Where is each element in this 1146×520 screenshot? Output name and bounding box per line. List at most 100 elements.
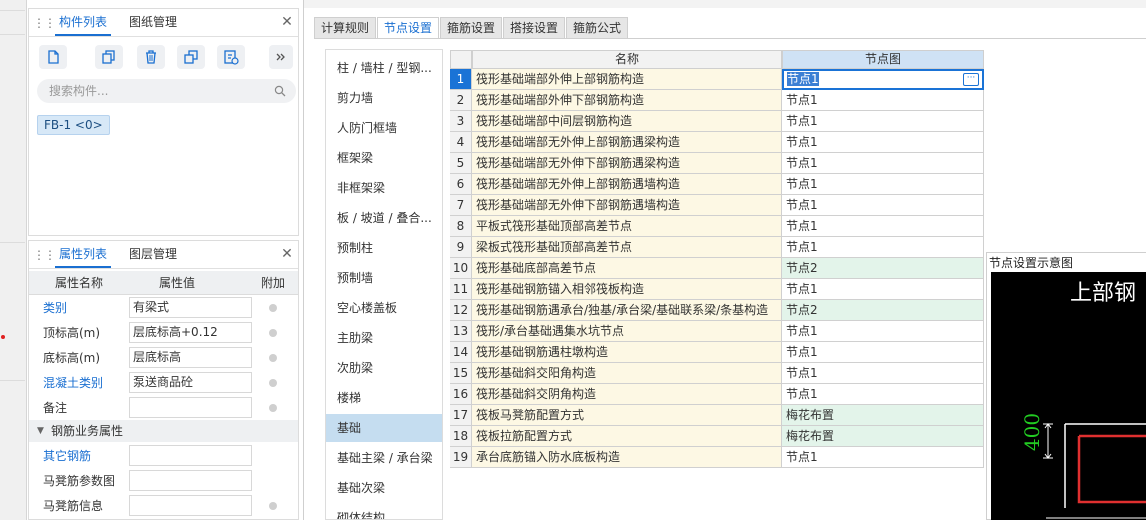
category-item[interactable]: 柱 / 墙柱 / 型钢... bbox=[326, 54, 442, 82]
property-name: 混凝土类别 bbox=[43, 376, 104, 390]
close-icon[interactable]: ✕ bbox=[280, 14, 294, 30]
table-row[interactable]: 8 平板式筏形基础顶部高差节点 节点1 bbox=[450, 216, 984, 237]
table-row[interactable]: 4 筏形基础端部无外伸上部钢筋遇梁构造 节点1 bbox=[450, 132, 984, 153]
tab-property-list[interactable]: 属性列表 bbox=[55, 241, 112, 268]
close-icon[interactable]: ✕ bbox=[280, 246, 294, 262]
node-value-cell[interactable]: 节点1 bbox=[782, 153, 984, 174]
property-group-row[interactable]: ▼ 钢筋业务属性 bbox=[29, 420, 298, 442]
category-item[interactable]: 楼梯 bbox=[326, 384, 442, 412]
table-row[interactable]: 16 筏形基础斜交阴角构造 节点1 bbox=[450, 384, 984, 405]
extra-checkbox[interactable] bbox=[269, 502, 277, 510]
node-value-cell[interactable]: 节点1 bbox=[782, 447, 984, 468]
category-item[interactable]: 非框架梁 bbox=[326, 174, 442, 202]
extra-checkbox[interactable] bbox=[269, 329, 277, 337]
table-row[interactable]: 17 筏板马凳筋配置方式 梅花布置 bbox=[450, 405, 984, 426]
tab-component-list[interactable]: 构件列表 bbox=[55, 9, 112, 36]
node-value-cell[interactable]: 节点1 bbox=[782, 363, 984, 384]
category-item[interactable]: 基础 bbox=[326, 414, 442, 442]
status-dot bbox=[1, 335, 5, 339]
component-item[interactable]: FB-1 <0> bbox=[37, 115, 110, 135]
table-row[interactable]: 19 承台底筋锚入防水底板构造 节点1 bbox=[450, 447, 984, 468]
drag-grip-icon[interactable]: ⋮⋮ bbox=[33, 15, 56, 31]
node-value-cell[interactable]: 梅花布置 bbox=[782, 405, 984, 426]
tab-layer-management[interactable]: 图层管理 bbox=[125, 241, 181, 268]
category-item[interactable]: 主肋梁 bbox=[326, 324, 442, 352]
node-preview-canvas: 上部钢 400 bbox=[991, 272, 1146, 520]
node-value-cell[interactable]: 节点1 bbox=[782, 321, 984, 342]
node-name-cell: 梁板式筏形基础顶部高差节点 bbox=[472, 237, 782, 258]
property-value-field[interactable]: 泵送商品砼 bbox=[129, 372, 252, 393]
category-item[interactable]: 预制柱 bbox=[326, 234, 442, 262]
node-value-cell[interactable]: 节点1 bbox=[782, 384, 984, 405]
table-row[interactable]: 15 筏形基础斜交阳角构造 节点1 bbox=[450, 363, 984, 384]
table-row[interactable]: 18 筏板拉筋配置方式 梅花布置 bbox=[450, 426, 984, 447]
node-value-cell[interactable]: 梅花布置 bbox=[782, 426, 984, 447]
property-value-field[interactable] bbox=[129, 445, 252, 466]
table-row[interactable]: 1 筏形基础端部外伸上部钢筋构造 节点1 ··· bbox=[450, 69, 984, 90]
copy-component-button[interactable] bbox=[95, 45, 123, 69]
node-name-cell: 筏形基础端部无外伸上部钢筋遇梁构造 bbox=[472, 132, 782, 153]
table-row[interactable]: 2 筏形基础端部外伸下部钢筋构造 节点1 bbox=[450, 90, 984, 111]
category-item[interactable]: 板 / 坡道 / 叠合... bbox=[326, 204, 442, 232]
node-value-cell[interactable]: 节点1 bbox=[782, 216, 984, 237]
property-value-field[interactable] bbox=[129, 495, 252, 516]
ellipsis-button[interactable]: ··· bbox=[963, 73, 979, 86]
tab-calc-rules[interactable]: 计算规则 bbox=[314, 17, 377, 39]
extra-checkbox[interactable] bbox=[269, 354, 277, 362]
tab-drawing-management[interactable]: 图纸管理 bbox=[125, 9, 181, 36]
category-item[interactable]: 框架梁 bbox=[326, 144, 442, 172]
layers-copy-icon bbox=[184, 50, 198, 64]
property-value-field[interactable]: 层底标高 bbox=[129, 347, 252, 368]
node-value-cell[interactable]: 节点1 bbox=[782, 132, 984, 153]
tab-stirrup-formula[interactable]: 箍筋公式 bbox=[566, 17, 629, 39]
new-component-button[interactable] bbox=[39, 45, 67, 69]
table-row[interactable]: 6 筏形基础端部无外伸上部钢筋遇墙构造 节点1 bbox=[450, 174, 984, 195]
property-value-field[interactable]: 有梁式 bbox=[129, 297, 252, 318]
node-value-cell[interactable]: 节点1 bbox=[782, 174, 984, 195]
table-row[interactable]: 5 筏形基础端部无外伸下部钢筋遇梁构造 节点1 bbox=[450, 153, 984, 174]
node-value-cell[interactable]: 节点1 bbox=[782, 90, 984, 111]
table-row[interactable]: 10 筏形基础底部高差节点 节点2 bbox=[450, 258, 984, 279]
search-icon[interactable] bbox=[274, 85, 286, 97]
category-item[interactable]: 空心楼盖板 bbox=[326, 294, 442, 322]
property-value-field[interactable]: 层底标高+0.12 bbox=[129, 322, 252, 343]
category-item[interactable]: 次肋梁 bbox=[326, 354, 442, 382]
table-row[interactable]: 12 筏形基础钢筋遇承台/独基/承台梁/基础联系梁/条基构造 节点2 bbox=[450, 300, 984, 321]
table-row[interactable]: 3 筏形基础端部中间层钢筋构造 节点1 bbox=[450, 111, 984, 132]
tab-lap-settings[interactable]: 搭接设置 bbox=[503, 17, 566, 39]
node-value-cell[interactable]: 节点2 bbox=[782, 300, 984, 321]
node-value-cell[interactable]: 节点1 bbox=[782, 111, 984, 132]
delete-component-button[interactable] bbox=[137, 45, 165, 69]
table-row[interactable]: 14 筏形基础钢筋遇柱墩构造 节点1 bbox=[450, 342, 984, 363]
table-row[interactable]: 7 筏形基础端部无外伸下部钢筋遇墙构造 节点1 bbox=[450, 195, 984, 216]
node-value-cell[interactable]: 节点1 bbox=[782, 279, 984, 300]
row-number: 3 bbox=[450, 111, 472, 132]
extra-checkbox[interactable] bbox=[269, 379, 277, 387]
extra-checkbox[interactable] bbox=[269, 404, 277, 412]
property-value-field[interactable] bbox=[129, 470, 252, 491]
category-item[interactable]: 预制墙 bbox=[326, 264, 442, 292]
node-value-cell[interactable]: 节点1 bbox=[782, 342, 984, 363]
node-value-cell[interactable]: 节点1 ··· bbox=[782, 69, 984, 90]
property-value-field[interactable] bbox=[129, 397, 252, 418]
node-value-cell[interactable]: 节点2 bbox=[782, 258, 984, 279]
category-item[interactable]: 剪力墙 bbox=[326, 84, 442, 112]
node-value-cell[interactable]: 节点1 bbox=[782, 237, 984, 258]
copy-to-floor-button[interactable] bbox=[177, 45, 205, 69]
tab-node-settings[interactable]: 节点设置 bbox=[377, 17, 440, 39]
drag-grip-icon[interactable]: ⋮⋮ bbox=[33, 247, 56, 263]
component-search-input[interactable]: 搜索构件... bbox=[37, 79, 296, 103]
extra-checkbox[interactable] bbox=[269, 304, 277, 312]
node-value-cell[interactable]: 节点1 bbox=[782, 195, 984, 216]
category-item[interactable]: 基础主梁 / 承台梁 bbox=[326, 444, 442, 472]
category-item[interactable]: 人防门框墙 bbox=[326, 114, 442, 142]
collapse-arrow-icon[interactable]: ▼ bbox=[37, 423, 44, 439]
tab-stirrup-settings[interactable]: 箍筋设置 bbox=[440, 17, 503, 39]
category-item[interactable]: 基础次梁 bbox=[326, 474, 442, 502]
category-item[interactable]: 砌体结构 bbox=[326, 504, 442, 519]
more-tools-button[interactable] bbox=[269, 45, 293, 69]
table-row[interactable]: 13 筏形/承台基础遇集水坑节点 节点1 bbox=[450, 321, 984, 342]
import-component-button[interactable] bbox=[217, 45, 245, 69]
table-row[interactable]: 11 筏形基础钢筋锚入相邻筏板构造 节点1 bbox=[450, 279, 984, 300]
table-row[interactable]: 9 梁板式筏形基础顶部高差节点 节点1 bbox=[450, 237, 984, 258]
